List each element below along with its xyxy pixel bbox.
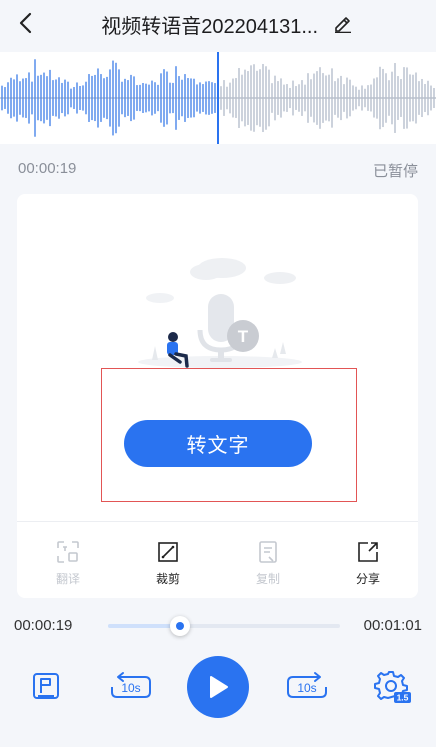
crop-icon — [158, 542, 178, 562]
edit-title-button[interactable] — [330, 10, 356, 36]
waveform-graphic — [0, 52, 436, 144]
playback-status: 已暂停 — [372, 163, 418, 180]
waveform[interactable] — [0, 52, 436, 144]
pencil-icon — [335, 17, 351, 33]
speed-badge: 1.5 — [397, 693, 409, 703]
translate-button[interactable]: 翻译 — [38, 538, 98, 587]
copy-icon — [259, 541, 277, 563]
play-icon — [210, 676, 228, 698]
rewind-label: 10s — [121, 681, 140, 695]
translate-icon — [57, 541, 79, 563]
share-label: 分享 — [355, 572, 380, 586]
card-divider — [17, 521, 418, 522]
flag-bookmark-icon — [33, 673, 59, 699]
copy-label: 复制 — [255, 572, 280, 586]
progress-total-time: 00:01:01 — [363, 617, 422, 634]
convert-to-text-button[interactable]: 转文字 — [124, 420, 312, 467]
forward-10s-button[interactable]: 10s — [285, 668, 329, 704]
play-button[interactable] — [187, 656, 249, 718]
share-icon — [358, 542, 378, 562]
progress-thumb[interactable] — [169, 616, 190, 636]
progress-thumb-dot — [175, 622, 184, 630]
gear-speed-icon: 1.5 — [374, 671, 411, 703]
settings-button[interactable]: 1.5 — [372, 668, 412, 704]
crop-label: 裁剪 — [155, 572, 180, 586]
share-button[interactable]: 分享 — [338, 538, 398, 587]
current-time-label: 00:00:19 — [18, 160, 77, 177]
microphone-illustration: T — [138, 258, 302, 368]
forward-label: 10s — [297, 681, 316, 695]
bookmark-button[interactable] — [28, 668, 64, 704]
svg-text:T: T — [238, 327, 249, 346]
forward-icon: 10s — [287, 672, 327, 698]
crop-button[interactable]: 裁剪 — [138, 538, 198, 587]
page-title: 视频转语音202204131... — [101, 16, 318, 38]
translate-label: 翻译 — [55, 572, 80, 586]
progress-current-time: 00:00:19 — [14, 617, 73, 634]
rewind-10s-button[interactable]: 10s — [109, 668, 153, 704]
copy-button[interactable]: 复制 — [238, 538, 298, 587]
rewind-icon: 10s — [111, 672, 151, 698]
